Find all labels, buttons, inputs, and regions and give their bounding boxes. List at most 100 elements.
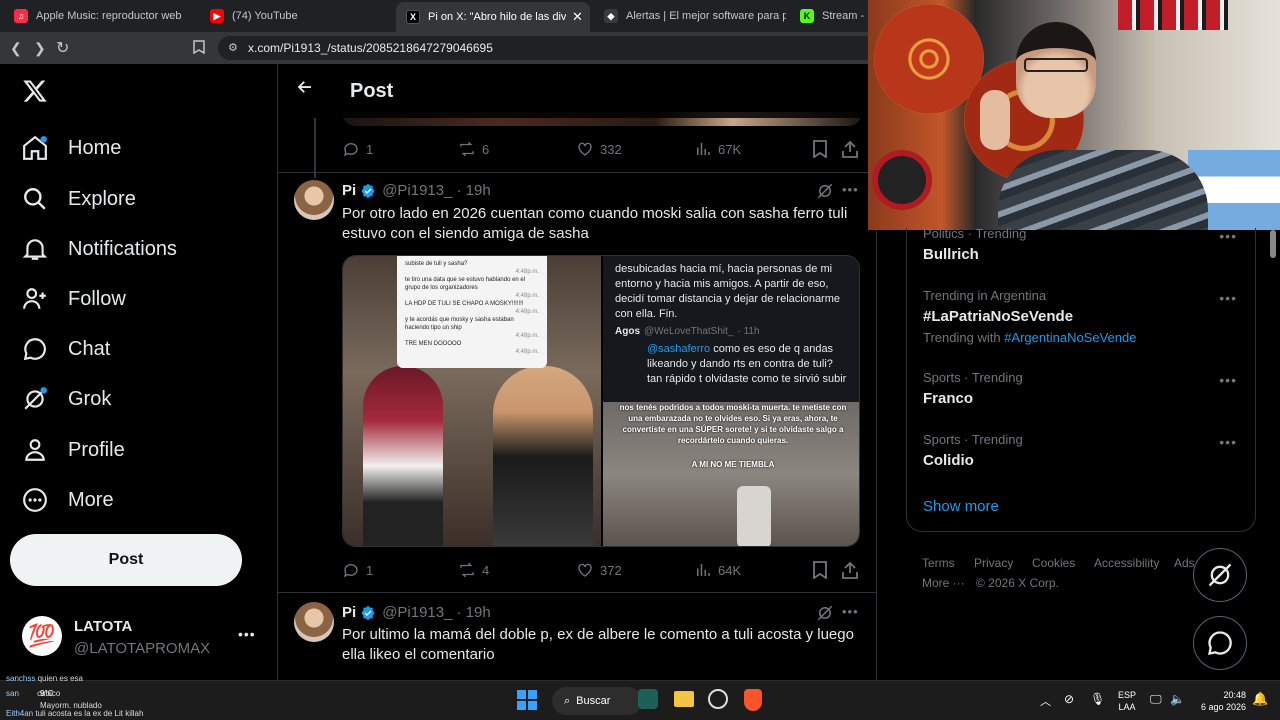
tab-x-post[interactable]: X Pi on X: "Abro hilo de las diversa ✕ — [396, 2, 590, 32]
messages-fab-button[interactable] — [1193, 616, 1247, 670]
microphone-icon[interactable]: 🎙 — [1090, 692, 1105, 706]
chat-screenshot: subiste de tuli y sasha? 4:48p.m. te tir… — [397, 256, 547, 368]
file-explorer-icon[interactable] — [674, 691, 694, 707]
like-button[interactable]: 372 — [576, 561, 622, 579]
author-handle[interactable]: @Pi1913_ — [382, 604, 452, 621]
url-field[interactable]: ⚙ x.com/Pi1913_/status/20852186472790466… — [218, 36, 878, 60]
post-time[interactable]: · 19h — [456, 182, 490, 199]
post-time[interactable]: · 19h — [456, 604, 490, 621]
network-icon[interactable]: ⊘ — [1064, 692, 1074, 706]
back-arrow-icon[interactable] — [296, 78, 314, 102]
reload-icon[interactable]: ↻ — [56, 38, 69, 58]
sidebar-item-explore[interactable]: Explore — [22, 181, 136, 217]
post-menu-icon[interactable]: ••• — [842, 182, 859, 197]
close-tab-icon[interactable]: ✕ — [572, 9, 583, 25]
trend-menu-icon[interactable]: ••• — [1219, 372, 1237, 388]
alertas-icon: ◆ — [604, 9, 618, 23]
person-body — [998, 150, 1208, 230]
speaker-icon[interactable]: 🔈 — [1170, 692, 1185, 706]
avatar[interactable] — [294, 602, 334, 642]
sidebar-item-home[interactable]: Home — [22, 130, 121, 166]
views-chart-icon — [697, 143, 710, 155]
tab-apple-music[interactable]: ♫ Apple Music: reproductor web — [4, 4, 196, 28]
chevron-up-icon[interactable]: ︿ — [1040, 693, 1051, 709]
avatar[interactable] — [294, 180, 334, 220]
bookmark-icon[interactable] — [193, 40, 205, 57]
obs-icon[interactable] — [708, 689, 728, 709]
sidebar-item-notifications[interactable]: Notifications — [22, 231, 177, 267]
taskbar-search[interactable]: ⌕ Buscar — [552, 687, 642, 715]
reply-button[interactable]: 1 — [342, 140, 373, 158]
trend-menu-icon[interactable]: ••• — [1219, 290, 1237, 306]
trend-with-tag[interactable]: #ArgentinaNoSeVende — [1004, 330, 1136, 345]
phone-shape — [737, 486, 771, 546]
chat-line: y te acordás que mosky y sasha estaban h… — [405, 317, 514, 331]
media-left-photo: subiste de tuli y sasha? 4:48p.m. te tir… — [343, 256, 601, 546]
windows-start-icon[interactable] — [517, 690, 537, 710]
footer-link-ads[interactable]: Ads — [1174, 556, 1195, 570]
footer-link-accessibility[interactable]: Accessibility — [1094, 556, 1159, 570]
show-more-link[interactable]: Show more — [923, 498, 999, 515]
monitor-icon[interactable]: 🖵 — [1150, 692, 1162, 707]
tab-kick[interactable]: K Stream - Kic — [790, 4, 870, 28]
bookmark-icon[interactable] — [812, 140, 828, 163]
app-icon[interactable] — [638, 689, 658, 709]
sidebar-item-profile[interactable]: Profile — [22, 432, 125, 468]
notification-bell-icon[interactable]: 🔔 — [1252, 691, 1268, 707]
post-menu-icon[interactable]: ••• — [842, 604, 859, 619]
clock[interactable]: 20:48 6 ago 2026 — [1196, 689, 1246, 713]
trend-menu-icon[interactable]: ••• — [1219, 228, 1237, 244]
trend-name[interactable]: Bullrich — [923, 246, 979, 263]
chat-line: subiste de tuli y sasha? — [405, 261, 468, 267]
like-count: 332 — [600, 141, 622, 157]
repost-button[interactable]: 6 — [458, 140, 489, 158]
post-media[interactable]: subiste de tuli y sasha? 4:48p.m. te tir… — [342, 255, 860, 547]
reply-button[interactable]: 1 — [342, 561, 373, 579]
trend-name[interactable]: #LaPatriaNoSeVende — [923, 308, 1073, 325]
forward-arrow-icon[interactable]: ❯ — [34, 40, 46, 57]
overlay-final: A MI NO ME TIEMBLA — [691, 460, 775, 469]
account-menu-icon[interactable]: ••• — [238, 626, 256, 642]
sidebar-item-chat[interactable]: Chat — [22, 331, 110, 367]
share-icon[interactable] — [842, 561, 858, 584]
author-name[interactable]: Pi — [342, 182, 356, 199]
site-settings-icon[interactable]: ⚙ — [228, 36, 238, 60]
account-avatar[interactable]: 💯 — [22, 616, 62, 656]
footer-link-cookies[interactable]: Cookies — [1032, 556, 1075, 570]
tab-alertas[interactable]: ◆ Alertas | El mejor software para poter — [594, 4, 786, 28]
trend-name[interactable]: Franco — [923, 390, 973, 407]
sidebar-item-grok[interactable]: Grok — [22, 381, 111, 417]
language-indicator[interactable]: ESP LAA — [1118, 689, 1136, 713]
views-button[interactable]: 64K — [694, 561, 741, 579]
post-text: Por otro lado en 2026 cuentan como cuand… — [342, 205, 848, 242]
grok-icon[interactable] — [816, 182, 834, 205]
x-logo-icon: X — [406, 10, 420, 24]
grok-icon[interactable] — [816, 604, 834, 627]
home-icon — [23, 135, 47, 160]
sidebar-item-follow[interactable]: Follow — [22, 281, 126, 317]
sidebar-item-more[interactable]: More — [22, 482, 114, 518]
footer-link-more[interactable]: More ··· — [922, 576, 965, 590]
trend-name[interactable]: Colidio — [923, 452, 974, 469]
x-logo[interactable] — [22, 78, 48, 109]
scrollbar[interactable] — [1270, 230, 1276, 258]
author-name[interactable]: Pi — [342, 604, 356, 621]
footer-link-terms[interactable]: Terms — [922, 556, 955, 570]
brave-browser-icon[interactable] — [744, 689, 762, 711]
views-button[interactable]: 67K — [694, 140, 741, 158]
chat-line: LA HDP DE TULI SE CHAPO A MOSKY!!!!!!! — [405, 301, 524, 307]
trend-menu-icon[interactable]: ••• — [1219, 434, 1237, 450]
like-button[interactable]: 332 — [576, 140, 622, 158]
back-arrow-icon[interactable]: ❮ — [10, 40, 22, 57]
quote-mention: @sashaferro — [647, 343, 711, 355]
bookmark-icon[interactable] — [812, 561, 828, 584]
chat-time: 4:48p.m. — [515, 349, 539, 355]
tab-youtube[interactable]: ▶ (74) YouTube — [200, 4, 392, 28]
share-icon[interactable] — [842, 140, 858, 163]
footer-link-privacy[interactable]: Privacy — [974, 556, 1013, 570]
post-button[interactable]: Post — [10, 534, 242, 586]
repost-button[interactable]: 4 — [458, 561, 489, 579]
clock-time: 20:48 — [1223, 690, 1246, 700]
grok-fab-button[interactable] — [1193, 548, 1247, 602]
author-handle[interactable]: @Pi1913_ — [382, 182, 452, 199]
